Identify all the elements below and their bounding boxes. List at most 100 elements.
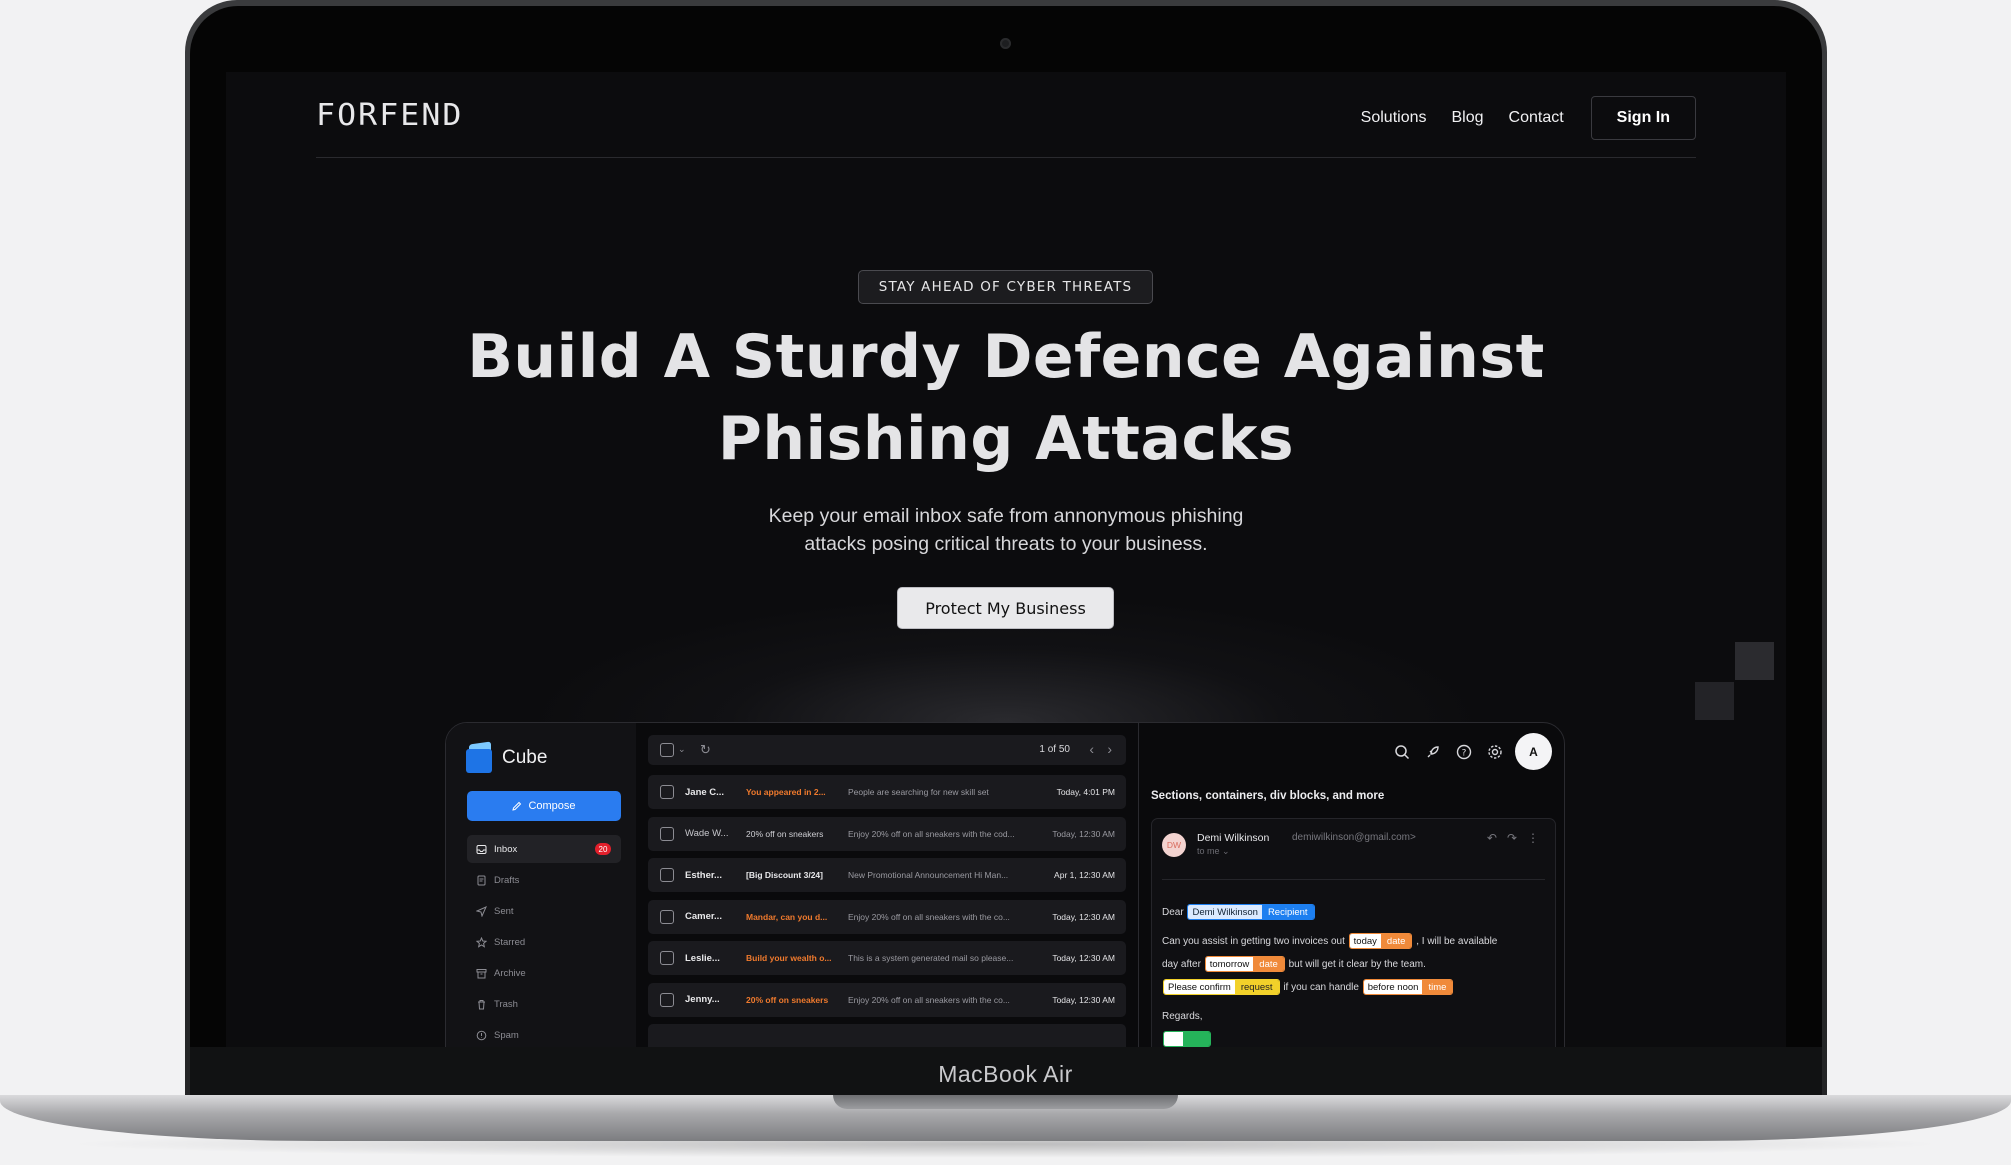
chevron-down-icon[interactable]: ⌄ xyxy=(678,744,686,755)
hero-title: Build A Sturdy Defence Against Phishing … xyxy=(406,316,1606,480)
email-snippet: This is a system generated mail so pleas… xyxy=(848,953,1014,963)
email-row[interactable]: Jenny... 20% off on sneakers Enjoy 20% o… xyxy=(648,982,1126,1017)
email-sender: Wade W... xyxy=(685,828,729,839)
top-navbar: FORFEND Solutions Blog Contact Sign In xyxy=(316,72,1696,158)
hero-title-line-2: Phishing Attacks xyxy=(717,404,1295,474)
star-icon xyxy=(476,936,487,948)
more-icon[interactable]: ⋮ xyxy=(1527,831,1539,845)
protect-my-business-button[interactable]: Protect My Business xyxy=(898,588,1113,628)
forward-icon[interactable]: ↷ xyxy=(1507,831,1517,845)
sidebar-item-inbox[interactable]: Inbox 20 xyxy=(467,835,621,863)
email-row[interactable]: Leslie... Build your wealth o... This is… xyxy=(648,941,1126,975)
chip-tag: date xyxy=(1380,934,1412,949)
compose-button[interactable]: Compose xyxy=(467,791,621,821)
sidebar-item-trash[interactable]: Trash xyxy=(467,990,621,1018)
email-time: Apr 1, 12:30 AM xyxy=(1054,870,1115,880)
email-row[interactable] xyxy=(648,1024,1126,1047)
chip-value: Please confirm xyxy=(1164,980,1235,995)
date-variable-chip[interactable]: tomorrow date xyxy=(1204,956,1285,973)
email-sender: Camer... xyxy=(685,911,722,922)
rocket-icon[interactable] xyxy=(1422,741,1444,763)
email-snippet: People are searching for new skill set xyxy=(848,787,989,797)
email-time: Today, 12:30 AM xyxy=(1052,828,1115,839)
pencil-icon xyxy=(512,801,522,811)
nav-link-blog[interactable]: Blog xyxy=(1452,109,1484,127)
signature-line xyxy=(1162,1028,1557,1047)
email-time: Today, 12:30 AM xyxy=(1052,953,1115,963)
cube-logo-icon xyxy=(466,741,494,773)
email-snippet: Enjoy 20% off on all sneakers with the c… xyxy=(848,828,1015,839)
sidebar-item-starred[interactable]: Starred xyxy=(467,928,621,956)
forfend-logo[interactable]: FORFEND xyxy=(316,98,463,133)
email-subject: You appeared in 2... xyxy=(746,787,826,797)
reader-toolbar: ? A xyxy=(1391,733,1552,770)
email-subject: Build your wealth o... xyxy=(746,953,832,963)
hero-badge: STAY AHEAD OF CYBER THREATS xyxy=(858,270,1153,304)
time-variable-chip[interactable]: before noon time xyxy=(1362,979,1454,996)
pagination-label: 1 of 50 xyxy=(1039,744,1070,755)
hero-subtitle-line-2: attacks posing critical threats to your … xyxy=(804,533,1208,555)
reply-icon[interactable]: ↶ xyxy=(1487,831,1497,845)
website-screen: FORFEND Solutions Blog Contact Sign In S… xyxy=(226,72,1786,1047)
sign-in-button[interactable]: Sign In xyxy=(1590,96,1696,140)
email-row[interactable]: Jane C... You appeared in 2... People ar… xyxy=(648,775,1126,809)
row-checkbox[interactable] xyxy=(660,785,674,799)
sidebar-item-sent[interactable]: Sent xyxy=(467,897,621,925)
sidebar-item-drafts[interactable]: Drafts xyxy=(467,866,621,894)
email-time: Today, 12:30 AM xyxy=(1052,911,1115,922)
refresh-icon[interactable]: ↻ xyxy=(700,742,711,758)
select-all-checkbox[interactable] xyxy=(660,743,674,757)
recipient-line[interactable]: to me ⌄ xyxy=(1197,846,1230,857)
cube-logo[interactable]: Cube xyxy=(466,741,547,773)
archive-icon xyxy=(476,968,487,979)
row-checkbox[interactable] xyxy=(660,992,674,1007)
email-row[interactable]: Wade W... 20% off on sneakers Enjoy 20% … xyxy=(648,816,1126,851)
search-icon[interactable] xyxy=(1391,741,1413,763)
email-row[interactable]: Esther... [Big Discount 3/24] New Promot… xyxy=(648,858,1126,892)
user-avatar[interactable]: A xyxy=(1515,733,1552,770)
email-message-card: DW Demi Wilkinson demiwilkinson@gmail.co… xyxy=(1151,818,1556,1047)
signature-variable-chip[interactable] xyxy=(1163,1031,1212,1047)
email-snippet: Enjoy 20% off on all sneakers with the c… xyxy=(848,994,1010,1005)
email-subject: Mandar, can you d... xyxy=(746,911,828,922)
body-line-1: Can you assist in getting two invoices o… xyxy=(1162,930,1557,953)
sidebar-item-label: Starred xyxy=(494,936,526,948)
gear-icon[interactable] xyxy=(1484,741,1506,763)
chevron-left-icon[interactable]: ‹ xyxy=(1089,741,1094,757)
sidebar-item-label: Sent xyxy=(494,905,514,917)
sidebar-item-label: Trash xyxy=(494,998,518,1010)
help-icon[interactable]: ? xyxy=(1453,741,1475,763)
sidebar-item-spam[interactable]: Spam xyxy=(467,1021,621,1047)
device-label: MacBook Air xyxy=(938,1061,1073,1087)
row-checkbox[interactable] xyxy=(660,826,674,841)
card-divider xyxy=(1162,879,1545,880)
row-checkbox[interactable] xyxy=(660,951,674,965)
email-reader: ? A Sections, containers, div blocks, an… xyxy=(1139,723,1564,1047)
laptop-mockup: FORFEND Solutions Blog Contact Sign In S… xyxy=(0,0,2011,1165)
svg-text:?: ? xyxy=(1462,748,1467,758)
nav-link-contact[interactable]: Contact xyxy=(1509,109,1564,127)
hero-title-line-1: Build A Sturdy Defence Against xyxy=(467,322,1545,392)
send-icon xyxy=(476,905,487,917)
sender-avatar: DW xyxy=(1162,833,1186,857)
email-row[interactable]: Camer... Mandar, can you d... Enjoy 20% … xyxy=(648,899,1126,934)
sidebar-item-archive[interactable]: Archive xyxy=(467,959,621,987)
row-checkbox[interactable] xyxy=(660,909,674,924)
chip-value: tomorrow xyxy=(1205,957,1254,972)
chevron-right-icon[interactable]: › xyxy=(1107,741,1112,757)
email-sender: Leslie... xyxy=(685,952,720,964)
row-checkbox[interactable] xyxy=(660,868,674,882)
body-text: Can you assist in getting two invoices o… xyxy=(1162,936,1345,947)
hero-subtitle-line-1: Keep your email inbox safe from annonymo… xyxy=(768,505,1244,527)
draft-icon xyxy=(476,875,487,886)
recipient-variable-chip[interactable]: Demi Wilkinson Recipient xyxy=(1187,904,1315,921)
request-variable-chip[interactable]: Please confirm request xyxy=(1163,979,1280,996)
nav-link-solutions[interactable]: Solutions xyxy=(1361,109,1427,127)
date-variable-chip[interactable]: today date xyxy=(1348,933,1413,950)
chip-value: today xyxy=(1349,934,1381,949)
list-toolbar: ⌄ ↻ 1 of 50 ‹ › xyxy=(648,735,1126,765)
unread-count-badge: 20 xyxy=(595,843,611,855)
chip-value xyxy=(1164,1032,1183,1047)
body-line-3: Please confirm request if you can handle … xyxy=(1162,976,1557,999)
email-sender: Jane C... xyxy=(685,786,725,798)
